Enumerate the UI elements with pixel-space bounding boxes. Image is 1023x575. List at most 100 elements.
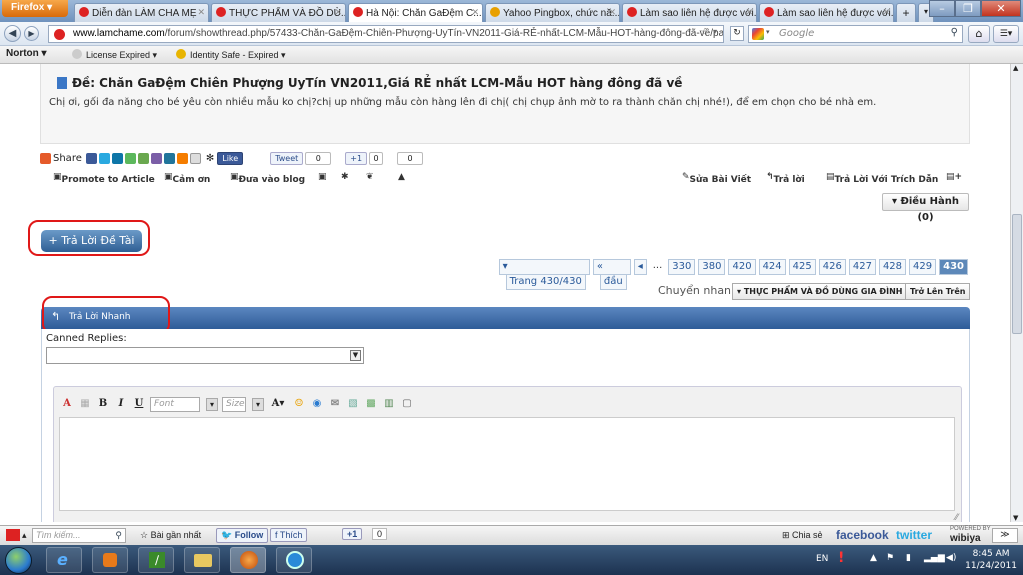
- menu-icon[interactable]: ☰▾: [993, 25, 1019, 43]
- email-icon[interactable]: [189, 152, 201, 164]
- share-button[interactable]: ⊞ Chia sẻ: [782, 530, 823, 541]
- ie-icon[interactable]: e: [46, 547, 82, 573]
- page-link[interactable]: 427: [848, 259, 876, 275]
- attachment-icon[interactable]: ▥: [382, 397, 396, 411]
- twitter-link[interactable]: twitter: [896, 528, 932, 542]
- text-color-icon[interactable]: A▾: [268, 397, 288, 411]
- tab-2[interactable]: THỰC PHẨM VÀ ĐỒ DÙ... ✕: [211, 3, 346, 22]
- moderate-button[interactable]: ▾ Điều Hành (0): [882, 193, 969, 223]
- battery-icon[interactable]: ▮: [906, 553, 911, 563]
- language-indicator[interactable]: EN: [816, 554, 828, 564]
- delicious-icon[interactable]: [137, 152, 149, 164]
- message-textarea[interactable]: [59, 417, 955, 511]
- search-box[interactable]: ▾ Google ⚲: [748, 25, 963, 43]
- wysiwyg-icon[interactable]: ▦: [78, 397, 92, 411]
- firefox-menu-button[interactable]: Firefox ▾: [2, 0, 68, 17]
- close-tab-icon[interactable]: ✕: [882, 7, 890, 18]
- collapse-icon[interactable]: ▴: [22, 530, 27, 541]
- scroll-down-icon[interactable]: ▼: [1013, 514, 1018, 522]
- restore-icon[interactable]: ❐: [955, 0, 981, 17]
- close-window-icon[interactable]: ✕: [981, 0, 1021, 17]
- tab-5[interactable]: Làm sao liên hệ được với... ✕: [622, 3, 757, 22]
- video-icon[interactable]: ▩: [364, 397, 378, 411]
- yahoo-icon[interactable]: [150, 152, 162, 164]
- size-select[interactable]: Size: [222, 396, 246, 412]
- reply-to-thread-button[interactable]: + Trả Lời Đề Tài: [41, 230, 142, 252]
- italic-icon[interactable]: I: [114, 397, 128, 411]
- scrollbar-thumb[interactable]: [1012, 214, 1022, 334]
- page-link[interactable]: 425: [788, 259, 816, 275]
- facebook-like-button[interactable]: Like: [217, 151, 244, 165]
- show-hidden-icons[interactable]: ▲: [870, 553, 877, 563]
- bookmark-star-icon[interactable]: ☆: [700, 27, 709, 38]
- facebook-like-button[interactable]: f Thích: [270, 528, 308, 542]
- media-player-icon[interactable]: [92, 547, 128, 573]
- reload-icon[interactable]: ↻: [730, 26, 744, 41]
- warning-icon[interactable]: ▲: [398, 172, 405, 182]
- license-expired-item[interactable]: License Expired ▾: [72, 49, 157, 61]
- blogger-icon[interactable]: [176, 152, 188, 164]
- reply-with-quote-button[interactable]: ▤ Trả Lời Với Trích Dẫn: [826, 172, 938, 185]
- close-tab-icon[interactable]: ✕: [197, 7, 205, 18]
- back-to-top-button[interactable]: Trở Lên Trên: [905, 283, 971, 300]
- facebook-link[interactable]: facebook: [836, 528, 889, 542]
- back-icon[interactable]: ◀: [4, 25, 21, 42]
- remove-format-icon[interactable]: A: [60, 397, 74, 411]
- page-link[interactable]: 429: [909, 259, 937, 275]
- share-icon[interactable]: [40, 152, 51, 164]
- top-posts-button[interactable]: ☆ Bài gần nhất: [140, 530, 201, 541]
- volume-icon[interactable]: ◀): [946, 553, 956, 563]
- underline-icon[interactable]: U: [132, 397, 146, 411]
- more-icon[interactable]: ✻: [206, 153, 214, 164]
- font-select[interactable]: Font: [150, 396, 200, 412]
- quick-jump-select[interactable]: ▾ THỰC PHẨM VÀ ĐỒ DÙNG GIA ĐÌNH: [732, 283, 908, 300]
- facebook-icon[interactable]: [85, 152, 97, 164]
- edit-post-button[interactable]: ✎ Sửa Bài Viết: [682, 172, 751, 185]
- prev-page-link[interactable]: ◂: [633, 259, 647, 275]
- home-icon[interactable]: ⌂: [968, 25, 990, 43]
- page-link[interactable]: 426: [818, 259, 846, 275]
- reply-button[interactable]: ↰ Trả lời: [766, 172, 805, 185]
- page-link[interactable]: 428: [878, 259, 907, 275]
- linkedin-icon[interactable]: [111, 152, 123, 164]
- twitter-icon[interactable]: [98, 152, 110, 164]
- network-app-icon[interactable]: [276, 547, 312, 573]
- collapse-bar-icon[interactable]: ≫: [992, 528, 1018, 543]
- identity-safe-item[interactable]: Identity Safe - Expired ▾: [176, 49, 286, 61]
- twitter-follow-button[interactable]: 🐦 Follow: [216, 528, 269, 543]
- email-link-icon[interactable]: ✉: [328, 397, 342, 411]
- tab-3-active[interactable]: Hà Nội: Chăn GaĐệm C... ✕: [348, 3, 483, 23]
- site-logo-icon[interactable]: [6, 529, 20, 541]
- page-link[interactable]: 380: [698, 259, 726, 275]
- page-link[interactable]: 330: [668, 259, 696, 275]
- promote-article-button[interactable]: ▣ Promote to Article: [53, 172, 155, 185]
- bookmark-icon[interactable]: [124, 152, 136, 164]
- firefox-taskbar-icon[interactable]: [230, 547, 266, 573]
- ip-icon[interactable]: ▣: [318, 172, 327, 182]
- addon-search-input[interactable]: Tìm kiếm... ⚲: [32, 528, 126, 543]
- wordpress-icon[interactable]: [163, 152, 175, 164]
- page-dropdown[interactable]: ▾ Trang 430/430: [498, 259, 590, 290]
- tab-4[interactable]: Yahoo Pingbox, chức nă... ✕: [485, 3, 620, 22]
- bold-icon[interactable]: B: [96, 397, 110, 411]
- address-bar[interactable]: www.lamchame.com/forum/showthread.php/57…: [48, 25, 724, 43]
- search-icon[interactable]: ⚲: [951, 27, 958, 38]
- smiley-icon[interactable]: ☺: [292, 397, 306, 411]
- close-tab-icon[interactable]: ✕: [471, 7, 479, 18]
- explorer-icon[interactable]: [184, 547, 220, 573]
- tab-6[interactable]: Làm sao liên hệ được với... ✕: [759, 3, 894, 22]
- start-button[interactable]: [5, 547, 32, 574]
- close-tab-icon[interactable]: ✕: [745, 7, 753, 18]
- wibiya-logo[interactable]: wibiya: [950, 533, 981, 544]
- forward-icon[interactable]: ▶: [24, 26, 39, 41]
- page-scrollbar[interactable]: ▲ ▼: [1010, 64, 1023, 522]
- page-link[interactable]: 420: [728, 259, 756, 275]
- canned-replies-select[interactable]: ▼: [46, 347, 364, 364]
- thumb-icon[interactable]: ❦: [366, 172, 374, 182]
- search-icon[interactable]: ⚲: [115, 530, 122, 541]
- plusone-button[interactable]: +1: [345, 151, 368, 165]
- system-clock[interactable]: 8:45 AM 11/24/2011: [965, 548, 1017, 572]
- tweet-button[interactable]: Tweet: [270, 151, 304, 165]
- scroll-up-icon[interactable]: ▲: [1013, 64, 1018, 72]
- action-center-icon[interactable]: ⚑: [886, 553, 894, 563]
